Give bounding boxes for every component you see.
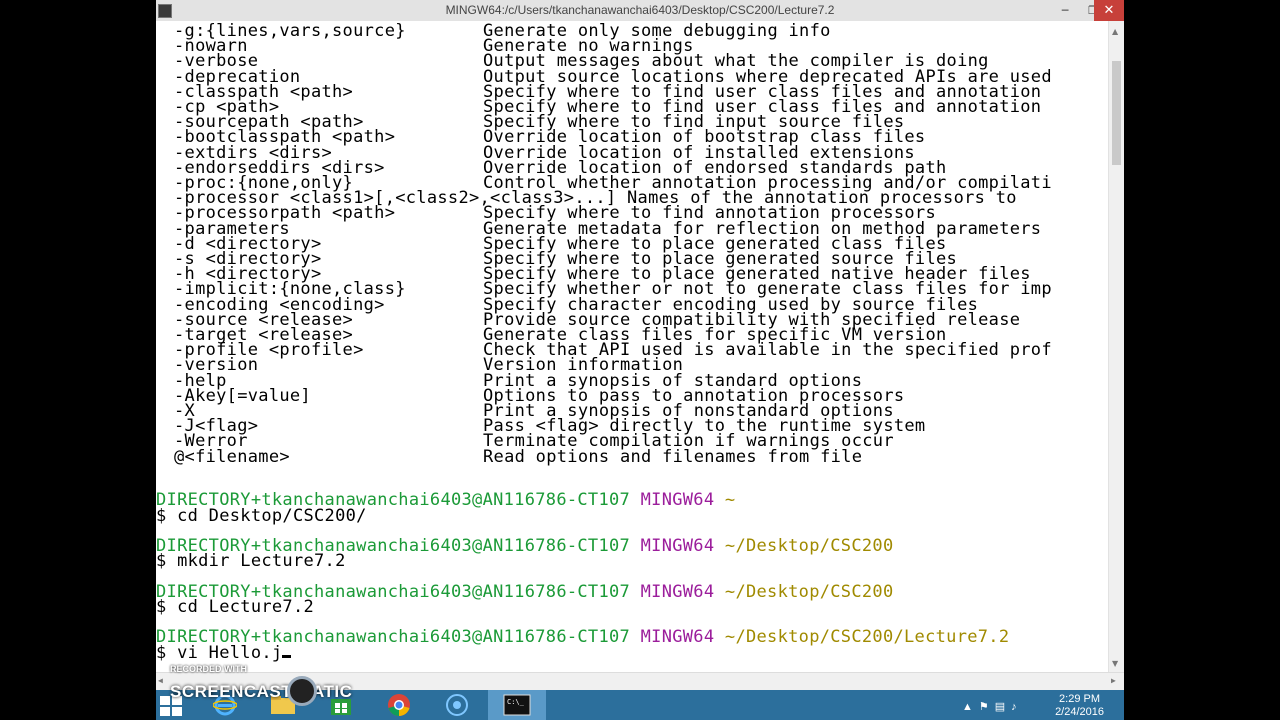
watermark-recorded-label: RECORDED WITH <box>170 664 247 674</box>
option-flag: @<filename> <box>174 446 290 467</box>
system-tray: ▲⚑▤♪ 2:29 PM 2/24/2016 <box>954 690 1124 720</box>
clock[interactable]: 2:29 PM 2/24/2016 <box>1055 693 1104 719</box>
app-icon[interactable] <box>428 690 486 720</box>
terminal-icon[interactable]: C:\_ <box>488 690 546 720</box>
scrollbar-thumb[interactable] <box>1112 61 1121 165</box>
screencast-watermark: RECORDED WITH SCREENCAST MATIC <box>170 664 385 708</box>
prompt-path: ~/Desktop/CSC200/Lecture7.2 <box>724 627 1010 648</box>
command-text: $ vi Hello.j <box>156 642 283 663</box>
close-icon[interactable]: ✕ <box>1094 0 1124 21</box>
minimize-icon[interactable]: ─ <box>1051 0 1079 21</box>
option-row: @<filename> Read options and filenames fr… <box>156 446 1108 467</box>
watermark-brand: SCREENCAST MATIC <box>170 682 353 701</box>
scroll-right-icon[interactable]: ▶ <box>1111 676 1116 685</box>
terminal-output[interactable]: -g:{lines,vars,source} Generate only some… <box>156 21 1108 672</box>
svg-text:C:\_: C:\_ <box>507 698 525 706</box>
command-text: $ mkdir Lecture7.2 <box>156 551 346 572</box>
command-line: $ vi Hello.j <box>156 642 292 663</box>
command-line: $ cd Desktop/CSC200/ <box>156 507 367 525</box>
scroll-up-icon[interactable]: ▲ <box>1112 27 1118 36</box>
scroll-left-icon[interactable]: ◀ <box>158 676 163 685</box>
prompt-host: MINGW64 <box>640 490 715 510</box>
desktop-edge <box>1124 0 1280 720</box>
prompt-path: ~/Desktop/CSC200 <box>724 535 894 556</box>
option-description: Read options and filenames from file <box>483 446 863 467</box>
clock-date: 2/24/2016 <box>1055 706 1104 718</box>
vertical-scrollbar[interactable]: ▲ ▼ <box>1108 21 1125 672</box>
screencast-logo-icon <box>287 676 317 706</box>
command-text: $ cd Lecture7.2 <box>156 597 315 618</box>
window-titlebar[interactable]: MINGW64:/c/Users/tkanchanawanchai6403/De… <box>156 0 1124 22</box>
prompt-path: ~ <box>724 490 736 510</box>
text-cursor <box>282 654 292 658</box>
prompt-path: ~/Desktop/CSC200 <box>724 581 894 602</box>
prompt-host: MINGW64 <box>640 627 715 648</box>
tray-icons[interactable]: ▲⚑▤♪ <box>962 700 1023 713</box>
command-line: $ cd Lecture7.2 <box>156 598 314 616</box>
window-title: MINGW64:/c/Users/tkanchanawanchai6403/De… <box>445 3 835 17</box>
prompt-host: MINGW64 <box>640 581 715 602</box>
command-line: $ mkdir Lecture7.2 <box>156 552 346 570</box>
command-text: $ cd Desktop/CSC200/ <box>156 505 367 526</box>
prompt-host: MINGW64 <box>640 535 715 556</box>
scroll-down-icon[interactable]: ▼ <box>1112 659 1118 668</box>
clock-time: 2:29 PM <box>1059 693 1101 705</box>
